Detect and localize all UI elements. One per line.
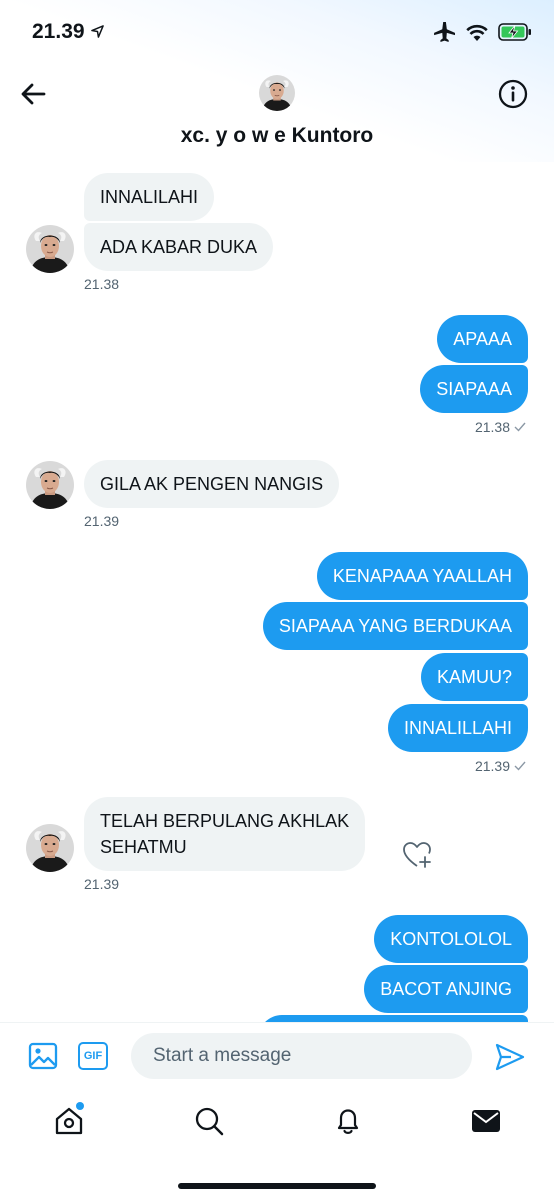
- image-icon: [28, 1042, 58, 1070]
- gif-label: GIF: [83, 1050, 103, 1062]
- message-outgoing-partial[interactable]: [258, 1015, 528, 1022]
- add-image-button[interactable]: [28, 1041, 58, 1071]
- arrow-left-icon: [21, 83, 46, 105]
- send-button[interactable]: [494, 1041, 526, 1073]
- message-incoming[interactable]: ADA KABAR DUKA: [84, 223, 274, 271]
- message-timestamp: 21.38: [84, 276, 120, 292]
- send-icon: [495, 1043, 525, 1071]
- location-arrow-icon: [90, 20, 104, 44]
- status-time-text: 21.39: [32, 20, 85, 43]
- home-indicator: [178, 1183, 376, 1189]
- conversation-header: 21.39 xc. y o w e Kuntoro: [0, 0, 554, 162]
- message-list[interactable]: INNALILAHI ADA KABAR DUKA 21.38 APAAA SI…: [0, 162, 554, 1022]
- message-timestamp: 21.39: [475, 758, 526, 774]
- airplane-icon: [434, 22, 456, 47]
- bottom-navigation: [0, 1092, 554, 1200]
- message-outgoing[interactable]: APAAA: [437, 315, 528, 363]
- message-incoming[interactable]: TELAH BERPULANG AKHLAK SEHATMU: [84, 797, 366, 871]
- contact-avatar[interactable]: [26, 225, 74, 273]
- message-input[interactable]: [131, 1033, 472, 1079]
- contact-avatar[interactable]: [26, 824, 74, 872]
- back-button[interactable]: [18, 78, 50, 110]
- message-outgoing[interactable]: KAMUU?: [420, 653, 528, 701]
- check-icon: [514, 422, 526, 432]
- message-incoming[interactable]: INNALILAHI: [84, 173, 215, 221]
- messages-icon: [472, 1110, 500, 1132]
- nav-messages[interactable]: [469, 1104, 503, 1138]
- message-outgoing[interactable]: KENAPAAA YAALLAH: [316, 552, 528, 600]
- message-composer: GIF: [0, 1022, 554, 1092]
- add-reaction-button[interactable]: [401, 839, 433, 871]
- message-timestamp: 21.38: [475, 419, 526, 435]
- message-incoming[interactable]: GILA AK PENGEN NANGIS: [84, 460, 340, 508]
- notifications-icon: [337, 1109, 359, 1134]
- nav-search[interactable]: [192, 1104, 226, 1138]
- search-icon: [195, 1107, 224, 1136]
- notification-dot: [76, 1102, 84, 1110]
- nav-home[interactable]: [52, 1102, 86, 1138]
- contact-avatar[interactable]: [26, 461, 74, 509]
- message-outgoing[interactable]: INNALILLAHI: [387, 704, 528, 752]
- message-line: SEHATMU: [100, 837, 187, 857]
- message-outgoing[interactable]: SIAPAAA YANG BERDUKAA: [262, 602, 528, 650]
- heart-plus-icon: [403, 842, 431, 868]
- message-timestamp: 21.39: [84, 513, 120, 529]
- header-avatar[interactable]: [259, 75, 295, 111]
- status-bar-icons: [434, 22, 532, 47]
- gif-button[interactable]: GIF: [78, 1042, 108, 1070]
- info-button[interactable]: [498, 79, 528, 109]
- status-bar-time: 21.39: [32, 20, 104, 44]
- message-outgoing[interactable]: KONTOLOLOL: [374, 915, 528, 963]
- message-line: TELAH BERPULANG AKHLAK: [100, 811, 350, 831]
- message-outgoing[interactable]: SIAPAAA: [420, 365, 528, 413]
- wifi-icon: [466, 24, 488, 46]
- info-icon: [498, 79, 528, 109]
- nav-notifications[interactable]: [331, 1104, 365, 1138]
- message-timestamp: 21.39: [84, 876, 120, 892]
- message-outgoing[interactable]: BACOT ANJING: [364, 965, 528, 1013]
- check-icon: [514, 761, 526, 771]
- battery-charging-icon: [498, 23, 532, 46]
- conversation-title[interactable]: xc. y o w e Kuntoro: [0, 124, 554, 148]
